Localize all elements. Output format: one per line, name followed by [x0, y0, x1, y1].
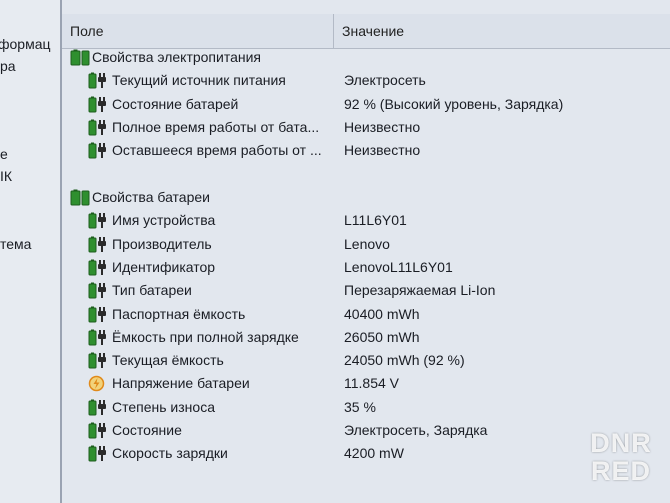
field-value: Перезаряжаемая Li-Ion: [344, 282, 496, 299]
field-value: 4200 mW: [344, 445, 404, 462]
list-item[interactable]: Ёмкость при полной зарядке 26050 mWh: [62, 326, 670, 349]
field-name: Тип батареи: [112, 282, 192, 299]
field-value: Неизвестно: [344, 118, 421, 135]
field-value: Электросеть, Зарядка: [344, 422, 488, 438]
list-item[interactable]: Напряжение батареи 11.854 V: [62, 372, 670, 395]
tree-item-system[interactable]: тема: [0, 236, 31, 252]
field-name: Полное время работы от бата...: [112, 118, 320, 135]
group-row[interactable]: Свойства электропитания: [62, 46, 670, 69]
tree-item-e[interactable]: е: [0, 146, 8, 162]
field-value: 40400 mWh: [344, 305, 420, 322]
field-value: 11.854 V: [344, 375, 400, 392]
field-name: Идентификатор: [112, 258, 216, 275]
column-header-field[interactable]: Поле: [62, 14, 334, 48]
group-row[interactable]: Свойства батареи: [62, 186, 670, 209]
tree-item-ra[interactable]: ра: [0, 58, 16, 74]
field-value: 26050 mWh: [344, 328, 420, 345]
field-value: Неизвестно: [344, 142, 421, 159]
list-item[interactable]: Имя устройства L11L6Y01: [62, 209, 670, 232]
field-name: Ёмкость при полной зарядке: [112, 328, 299, 345]
list-header: Поле Значение: [62, 14, 670, 49]
list-item[interactable]: Текущий источник питания Электросеть: [62, 69, 670, 92]
battery-plug-icon: [88, 142, 108, 166]
field-name: Имя устройства: [112, 212, 216, 229]
group-title: Свойства электропитания: [92, 49, 261, 65]
list-item[interactable]: Полное время работы от бата... Неизвестно: [62, 116, 670, 139]
column-header-value[interactable]: Значение: [334, 14, 670, 48]
field-name: Скорость зарядки: [112, 445, 228, 462]
field-value: 24050 mWh (92 %): [344, 352, 465, 369]
field-name: Состояние: [112, 422, 182, 438]
field-name: Оставшееся время работы от ...: [112, 142, 322, 159]
field-value: 35 %: [344, 398, 376, 415]
list-item[interactable]: Идентификатор LenovoL11L6Y01: [62, 256, 670, 279]
tree-pane: формац ра е ІК тема: [0, 0, 62, 503]
watermark-logo: DNR RED: [590, 428, 652, 486]
field-value: 92 % (Высокий уровень, Зарядка): [344, 95, 564, 112]
field-name: Состояние батарей: [112, 95, 239, 112]
list-item[interactable]: Состояние Электросеть, Зарядка: [62, 419, 670, 442]
list-item[interactable]: Скорость зарядки 4200 mW: [62, 442, 670, 465]
field-name: Текущий источник питания: [112, 72, 286, 89]
field-name: Производитель: [112, 235, 212, 252]
battery-plug-icon: [88, 445, 108, 469]
list-item[interactable]: Текущая ёмкость 24050 mWh (92 %): [62, 349, 670, 372]
field-name: Напряжение батареи: [112, 375, 250, 392]
field-value: Электросеть: [344, 72, 426, 89]
field-value: Lenovo: [344, 235, 390, 252]
list-item[interactable]: Паспортная ёмкость 40400 mWh: [62, 303, 670, 326]
list-item[interactable]: Состояние батарей 92 % (Высокий уровень, …: [62, 93, 670, 116]
tree-item-ik[interactable]: ІК: [0, 168, 12, 184]
list-item[interactable]: Оставшееся время работы от ... Неизвестно: [62, 139, 670, 162]
list-item[interactable]: Степень износа 35 %: [62, 396, 670, 419]
field-name: Степень износа: [112, 398, 215, 415]
group-title: Свойства батареи: [92, 189, 210, 205]
field-name: Паспортная ёмкость: [112, 305, 246, 322]
field-name: Текущая ёмкость: [112, 352, 224, 369]
field-value: LenovoL11L6Y01: [344, 258, 453, 275]
list-item[interactable]: Производитель Lenovo: [62, 233, 670, 256]
properties-list: Поле Значение Свойства электропитания Тек…: [62, 0, 670, 503]
list-item[interactable]: Тип батареи Перезаряжаемая Li-Ion: [62, 279, 670, 302]
tree-item-info[interactable]: формац: [0, 36, 51, 52]
field-value: L11L6Y01: [344, 212, 407, 229]
